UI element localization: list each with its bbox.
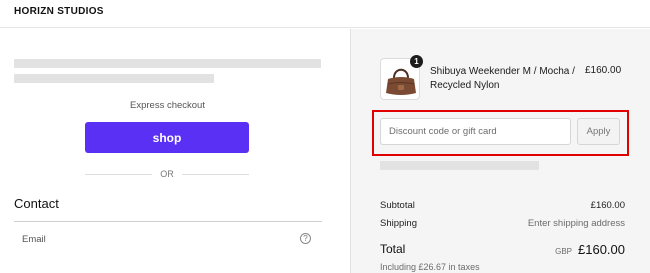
loading-placeholder: [380, 161, 539, 170]
quantity-badge: 1: [410, 55, 423, 68]
total-value: £160.00: [578, 242, 625, 257]
product-price: £160.00: [585, 65, 622, 76]
divider-line: [85, 173, 153, 175]
express-checkout-label: Express checkout: [130, 100, 205, 111]
subtotal-value: £160.00: [590, 200, 625, 211]
or-divider: OR: [85, 168, 249, 180]
help-icon[interactable]: ?: [300, 233, 311, 244]
discount-code-input[interactable]: [380, 118, 571, 145]
loading-placeholder: [14, 74, 214, 83]
apply-discount-button[interactable]: Apply: [577, 118, 620, 145]
loading-placeholder: [14, 59, 321, 68]
total-amount: GBP £160.00: [555, 242, 625, 257]
contact-heading: Contact: [14, 196, 59, 211]
subtotal-label: Subtotal: [380, 200, 415, 211]
taxes-note: Including £26.67 in taxes: [380, 262, 480, 272]
shipping-value: Enter shipping address: [527, 218, 625, 229]
product-name: Shibuya Weekender M / Mocha / Recycled N…: [430, 66, 575, 91]
currency-code: GBP: [555, 247, 572, 256]
contact-divider: [14, 221, 322, 222]
shipping-label: Shipping: [380, 218, 417, 229]
divider-line: [181, 173, 249, 175]
total-label: Total: [380, 242, 406, 256]
email-field-label[interactable]: Email: [22, 234, 46, 245]
site-header: HORIZN STUDIOS: [0, 0, 650, 28]
shop-pay-button[interactable]: shop: [85, 122, 249, 153]
store-logo[interactable]: HORIZN STUDIOS: [14, 6, 104, 17]
or-text: OR: [160, 169, 174, 179]
